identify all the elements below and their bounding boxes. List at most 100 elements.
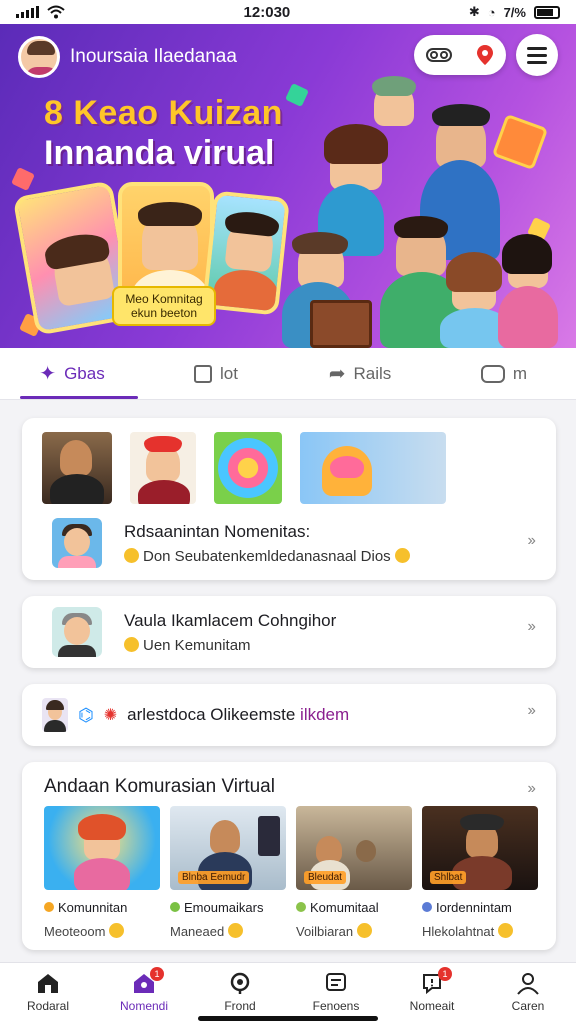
hero-card-label: Meo Komnitag ekun beeton (112, 286, 216, 326)
community-card[interactable]: ⌬ ✺ arlestdoca Olikeemste ilkdem ›› (22, 684, 556, 746)
section-title: Andaan Komurasian Virtual (44, 776, 275, 797)
card-title: Vaula Ikamlacem Cohngihor (124, 610, 337, 630)
status-dot-icon (422, 902, 432, 912)
video-section: Andaan Komurasian Virtual ›› Komunnitan … (22, 762, 556, 950)
status-bar: 12:030 ✱ ◔ 7/% (0, 0, 576, 24)
video-name: Komumitaal (310, 900, 379, 915)
hero-subheadline: Innanda virual (44, 134, 275, 172)
list-item[interactable]: ⌬ ✺ arlestdoca Olikeemste ilkdem (42, 698, 349, 732)
chevron-right-icon[interactable]: ›› (527, 702, 536, 720)
video-name: Iordennintam (436, 900, 512, 915)
emoji-icon (227, 923, 243, 938)
bluetooth-icon: ✱ (468, 4, 480, 19)
vr-glasses-icon[interactable] (426, 47, 452, 63)
video-tile[interactable]: Komunnitan Meoteoom (44, 806, 160, 939)
header-action-pill[interactable] (414, 35, 506, 75)
thumbnail[interactable] (214, 432, 282, 504)
location-pin-icon[interactable] (476, 44, 494, 66)
image-icon (194, 364, 213, 383)
tab-rails[interactable]: ➦ Rails (288, 348, 432, 399)
video-subtitle: Maneaed (170, 924, 225, 939)
nav-item-profile[interactable]: Caren (480, 963, 576, 1024)
card-title: arlestdoca Olikeemste (127, 705, 296, 724)
nav-item-home[interactable]: Rodaral (0, 963, 96, 1024)
emoji-icon: ✺ (103, 707, 118, 724)
battery-icon (533, 5, 560, 19)
avatar (42, 698, 68, 732)
alarm-icon: ◔ (487, 4, 496, 20)
clock: 12:030 (243, 3, 291, 21)
nav-item-notifications[interactable]: 1 Nomeait (384, 963, 480, 1024)
app-title: Inoursaia Ilaedanaa (70, 46, 237, 67)
card-subtitle: Don Seubatenkemldedanasnaal Dios (143, 547, 391, 565)
menu-icon (527, 46, 547, 64)
home-indicator (198, 1016, 378, 1021)
status-dot-icon (296, 902, 306, 912)
video-tile[interactable]: Shlbat Iordennintam Hlekolahtnat (422, 806, 538, 939)
avatar (52, 607, 102, 657)
emoji-icon (124, 636, 139, 652)
menu-button[interactable] (516, 34, 558, 76)
status-dot-icon (44, 902, 54, 912)
chevron-right-icon[interactable]: ›› (527, 780, 536, 798)
notification-badge: 1 (150, 967, 164, 981)
thumbnail[interactable] (300, 432, 446, 504)
card-title: Rdsaanintan Nomenitas: (124, 521, 311, 541)
video-thumbnail[interactable] (44, 806, 160, 890)
thumbnail[interactable] (130, 432, 196, 504)
person-icon: ✦ (39, 363, 57, 385)
video-grid: Komunnitan Meoteoom Blnba Eemudr Emoumai… (44, 806, 538, 939)
gamepad-icon (480, 364, 505, 383)
thumbnail[interactable] (42, 432, 112, 504)
emoji-icon (109, 923, 125, 938)
video-badge: Shlbat (430, 871, 467, 884)
community-card[interactable]: Vaula Ikamlacem Cohngihor Uen Kemunitam … (22, 596, 556, 668)
home-icon (38, 974, 58, 993)
video-thumbnail[interactable]: Shlbat (422, 806, 538, 890)
list-item[interactable]: Rdsaanintan Nomenitas: Don Seubatenkemld… (52, 518, 414, 568)
bottom-nav: Rodaral 1 Nomendi Frond Fenoens 1 Nomeai… (0, 962, 576, 1024)
confetti-shape (285, 83, 309, 107)
wifi-icon (47, 5, 65, 19)
community-card[interactable]: Rdsaanintan Nomenitas: Don Seubatenkemld… (22, 418, 556, 580)
nav-item-search[interactable]: Frond (192, 963, 288, 1024)
video-thumbnail[interactable]: Blnba Eemudr (170, 806, 286, 890)
video-name: Komunnitan (58, 900, 128, 915)
tab-m[interactable]: m (432, 348, 576, 399)
share-icon: ➦ (328, 363, 346, 385)
video-name: Emoumaikars (184, 900, 264, 915)
hero-headline: 8 Keao Kuizan (44, 94, 283, 132)
nav-item-community[interactable]: 1 Nomendi (96, 963, 192, 1024)
robot-icon: ⌬ (78, 704, 94, 725)
nav-item-chat[interactable]: Fenoens (288, 963, 384, 1024)
app-screen: 12:030 ✱ ◔ 7/% Inoursaia Ilaedanaa 8 Kea… (0, 0, 576, 1024)
tab-lot[interactable]: lot (144, 348, 288, 399)
emoji-icon (394, 547, 410, 563)
video-thumbnail[interactable]: Bleudat (296, 806, 412, 890)
thumbnail-strip (42, 432, 446, 504)
chat-icon (326, 973, 346, 991)
card-subtitle: Uen Kemunitam (143, 636, 251, 654)
search-icon (230, 972, 250, 994)
list-item[interactable]: Vaula Ikamlacem Cohngihor Uen Kemunitam (52, 607, 336, 657)
avatar[interactable] (18, 36, 60, 78)
video-tile[interactable]: Bleudat Komumitaal Voilbiaran (296, 806, 412, 939)
emoji-icon (356, 923, 372, 938)
signal-icon (16, 6, 39, 18)
video-badge: Blnba Eemudr (178, 871, 250, 884)
status-dot-icon (170, 902, 180, 912)
confetti-shape (11, 167, 35, 191)
video-subtitle: Hlekolahtnat (422, 924, 495, 939)
video-tile[interactable]: Blnba Eemudr Emoumaikars Maneaed (170, 806, 286, 939)
hero-banner[interactable]: Inoursaia Ilaedanaa 8 Keao Kuizan Innand… (0, 24, 576, 348)
video-badge: Bleudat (304, 871, 346, 884)
emoji-icon (124, 547, 139, 563)
chevron-right-icon[interactable]: ›› (527, 532, 536, 550)
card-highlight: ilkdem (300, 705, 350, 724)
tab-gbas[interactable]: ✦ Gbas (0, 348, 144, 399)
video-subtitle: Meoteoom (44, 924, 106, 939)
chevron-right-icon[interactable]: ›› (527, 618, 536, 636)
video-subtitle: Voilbiaran (296, 924, 354, 939)
notification-badge: 1 (438, 967, 452, 981)
profile-icon (517, 973, 539, 995)
